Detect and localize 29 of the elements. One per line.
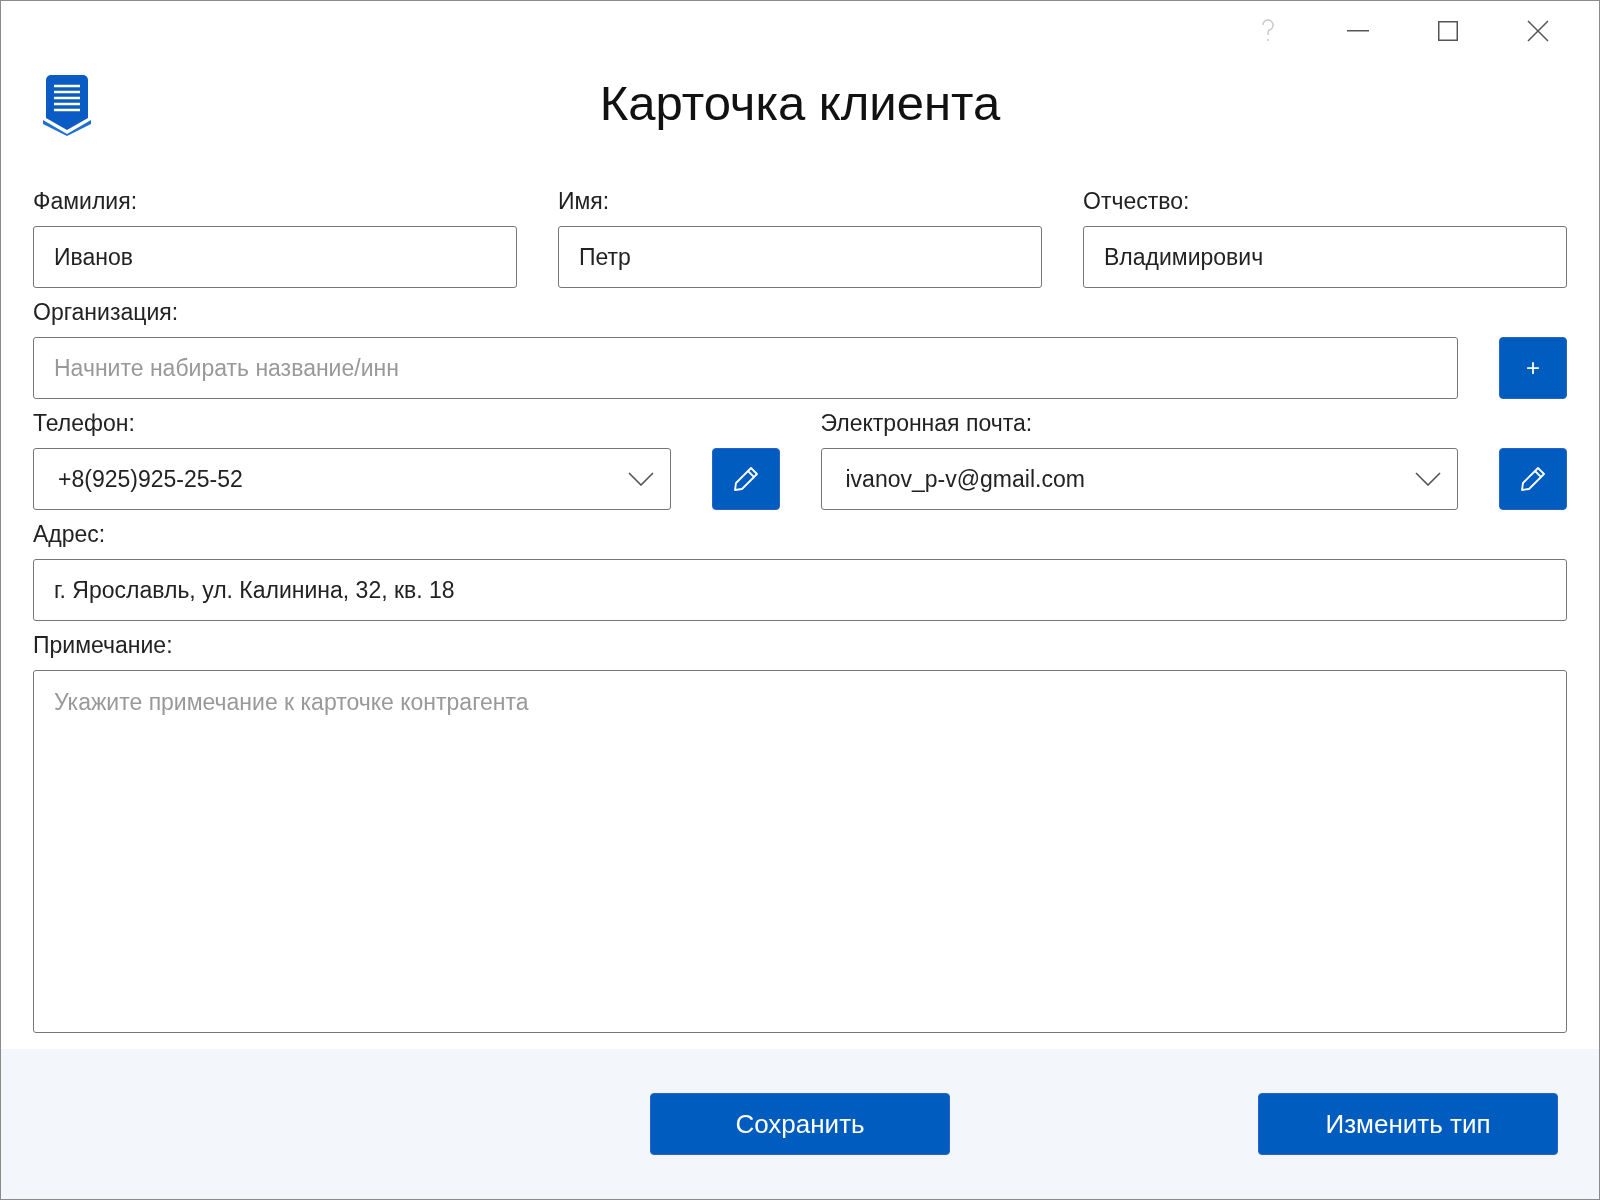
field-label: Организация: xyxy=(33,298,179,327)
note-field[interactable]: Укажите примечание к карточке контрагента xyxy=(33,670,1567,1033)
field-label: Адрес: xyxy=(33,520,106,549)
field-label: Телефон: xyxy=(33,409,135,438)
pencil-icon xyxy=(1518,464,1548,494)
document-icon xyxy=(42,74,92,136)
input-field[interactable]: Владимирович xyxy=(1083,226,1567,288)
field-label: Фамилия: xyxy=(33,187,138,216)
dropdown-field[interactable]: ivanov_p-v@gmail.com xyxy=(820,448,1458,510)
save-button[interactable]: Сохранить xyxy=(650,1093,950,1155)
field-label: Имя: xyxy=(558,187,610,216)
field-label: Примечание: xyxy=(33,631,173,660)
change-type-button[interactable]: Изменить тип xyxy=(1258,1093,1558,1155)
input-field[interactable]: Иванов xyxy=(33,226,517,288)
field-label: Электронная почта: xyxy=(820,409,1033,438)
dialog-title: Карточка клиента xyxy=(599,75,1001,131)
input-field[interactable]: Петр xyxy=(558,226,1042,288)
input-field[interactable]: Начните набирать название/инн xyxy=(33,337,1458,399)
chevron-down-icon xyxy=(1415,472,1441,486)
add-button[interactable]: + xyxy=(1499,337,1567,399)
minimize-icon[interactable] xyxy=(1347,30,1369,32)
input-field[interactable]: г. Ярославль, ул. Калинина, 32, кв. 18 xyxy=(33,559,1567,621)
maximize-icon[interactable] xyxy=(1438,21,1458,41)
chevron-down-icon xyxy=(627,472,654,486)
edit-button[interactable] xyxy=(1499,448,1567,510)
close-icon[interactable] xyxy=(1527,20,1549,42)
field-label: Отчество: xyxy=(1083,187,1190,216)
edit-button[interactable] xyxy=(711,448,780,510)
dropdown-field[interactable]: +8(925)925-25-52 xyxy=(33,448,671,510)
